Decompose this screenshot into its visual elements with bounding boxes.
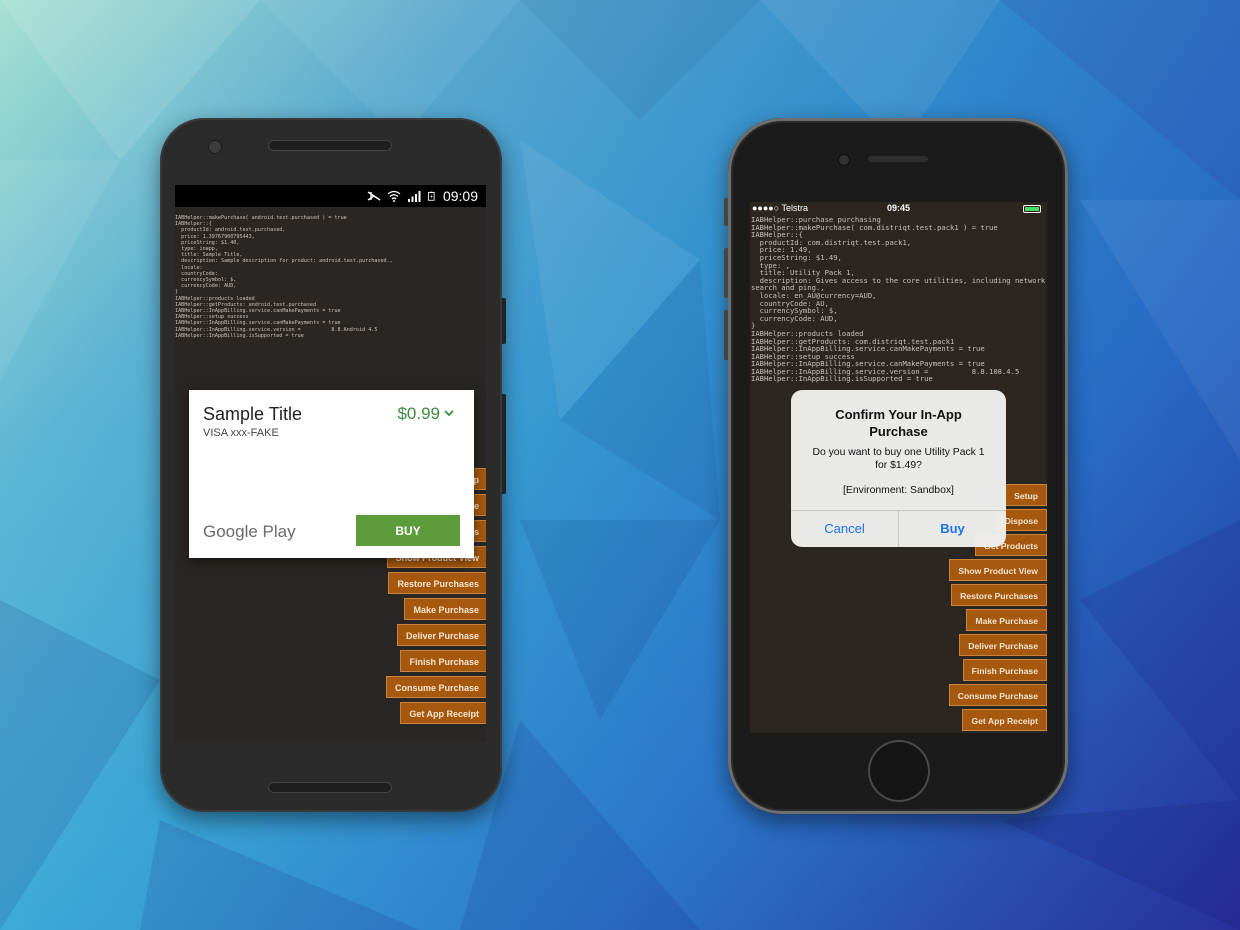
log-line: locale: (175, 264, 203, 271)
log-line: } (175, 289, 179, 296)
power-button (502, 298, 506, 344)
restore-purchases-button[interactable]: Restore Purchases (951, 584, 1047, 606)
log-line: IABHelper::setup success (175, 314, 249, 321)
ios-status-bar: ●●●●○ Telstra 09:45 (750, 202, 1047, 216)
alert-environment: [Environment: Sandbox] (843, 485, 954, 496)
setup-button[interactable]: Setup (1005, 484, 1047, 506)
log-line: productId: android.test.purchased, (175, 227, 286, 234)
log-line: IABHelper::makePurchase( android.test.pu… (175, 215, 347, 221)
ios-log-output: IABHelper::purchase purchasing IABHelper… (750, 216, 1047, 383)
ios-purchase-alert: Confirm Your In-App Purchase Do you want… (791, 390, 1006, 547)
ios-screen: ●●●●○ Telstra 09:45 IABHelper::purchase … (750, 202, 1047, 733)
home-button[interactable] (870, 742, 928, 800)
product-price[interactable]: $0.99 (397, 404, 440, 424)
volume-down-button (724, 310, 728, 360)
log-line: IABHelper::InAppBilling.isSupported = tr… (175, 332, 304, 339)
product-title: Sample Title (203, 404, 303, 424)
iphone: ●●●●○ Telstra 09:45 IABHelper::purchase … (724, 118, 1068, 814)
log-line: currencySymbol: $, (175, 277, 237, 284)
finish-purchase-button[interactable]: Finish Purchase (400, 650, 486, 672)
front-camera-icon (208, 140, 222, 154)
buy-button[interactable]: BUY (356, 515, 460, 546)
get-app-receipt-button[interactable]: Get App Receipt (962, 709, 1047, 731)
log-line: IABHelper::products loaded (175, 295, 255, 302)
log-line: title: Sample Title, (175, 252, 243, 259)
log-line: countryCode: (175, 270, 218, 277)
finish-purchase-button[interactable]: Finish Purchase (962, 659, 1047, 681)
deliver-purchase-button[interactable]: Deliver Purchase (959, 634, 1047, 656)
android-status-bar: 09:09 (175, 185, 486, 207)
log-line: priceString: $1.40, (175, 239, 240, 246)
make-purchase-button[interactable]: Make Purchase (966, 609, 1047, 631)
android-log-output: IABHelper::makePurchase( android.test.pu… (175, 207, 486, 339)
make-purchase-button[interactable]: Make Purchase (404, 598, 486, 620)
earpiece-speaker (268, 140, 392, 151)
ios-status-time: 09:45 (886, 203, 911, 213)
chevron-down-icon[interactable] (442, 406, 456, 420)
alert-title: Confirm Your In-App Purchase (835, 407, 962, 439)
alert-message: Do you want to buy one Utility Pack 1 fo… (812, 447, 985, 471)
google-play-logo: Google Play (203, 522, 296, 541)
log-line: IABHelper::InAppBilling.service.canMakeP… (175, 320, 341, 327)
buy-button[interactable]: Buy (898, 511, 1006, 547)
battery-icon (1023, 205, 1041, 213)
log-line: IABHelper::getProducts: android.test.pur… (175, 301, 317, 308)
android-phone: 09:09 IABHelper::makePurchase( android.t… (160, 118, 506, 812)
log-line: currencyCode: AUD, (175, 283, 237, 290)
google-play-purchase-dialog: Sample Title VISA xxx-FAKE $0.99 Google … (189, 390, 474, 558)
consume-purchase-button[interactable]: Consume Purchase (948, 684, 1047, 706)
signal-icon (407, 191, 421, 202)
wifi-icon (387, 190, 401, 202)
log-line: IABHelper::{ (175, 221, 212, 228)
get-app-receipt-button[interactable]: Get App Receipt (400, 702, 486, 724)
restore-purchases-button[interactable]: Restore Purchases (388, 572, 486, 594)
log-line: price: 1.39767900795443, (175, 233, 255, 240)
volume-up-button (724, 248, 728, 298)
deliver-purchase-button[interactable]: Deliver Purchase (396, 624, 486, 646)
consume-purchase-button[interactable]: Consume Purchase (385, 676, 486, 698)
log-line: IABHelper::InAppBilling.isSupported = tr… (751, 374, 933, 384)
front-camera-icon (838, 154, 850, 166)
log-line: currencyCode: AUD, (751, 313, 838, 323)
log-line: IABHelper::InAppBilling.service.canMakeP… (175, 308, 341, 315)
volume-button (502, 394, 506, 494)
log-line: IABHelper::InAppBilling.service.version … (175, 326, 378, 333)
nfc-icon (367, 191, 381, 201)
cancel-button[interactable]: Cancel (791, 511, 898, 547)
show-product-view-button[interactable]: Show Product View (949, 559, 1047, 581)
log-line: description: Sample description for prod… (175, 258, 393, 265)
android-screen: 09:09 IABHelper::makePurchase( android.t… (175, 185, 486, 742)
bottom-speaker (268, 782, 392, 793)
mute-switch (724, 198, 728, 226)
alert-button-row: Cancel Buy (791, 510, 1006, 547)
android-status-time: 09:09 (442, 188, 478, 204)
earpiece-speaker (868, 156, 928, 162)
battery-icon (427, 191, 435, 201)
log-line: type: inapp, (175, 246, 218, 253)
payment-method[interactable]: VISA xxx-FAKE (203, 427, 279, 439)
